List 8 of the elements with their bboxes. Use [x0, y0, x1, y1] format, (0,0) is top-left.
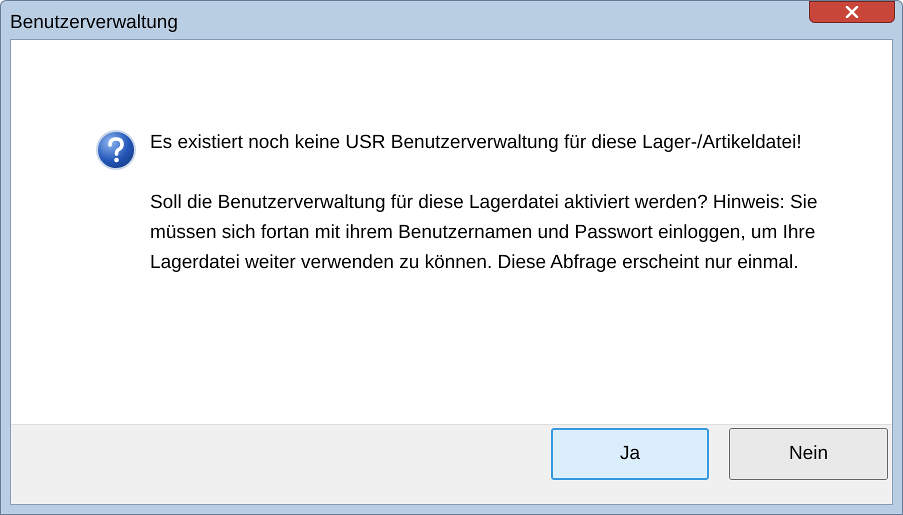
window-title: Benutzerverwaltung [10, 11, 178, 35]
close-button[interactable] [809, 1, 895, 23]
message-text: Soll die Benutzerverwaltung für diese Lagerdatei aktiviert werden? Hinweis: Sie müssen sich fortan mit ihrem Benutzernamen und Passwort einloggen, um Ihre Lagerdatei weiter verwenden zu können. Diese Abfrage erscheint nur einmal. [150, 191, 818, 275]
message-text: Es existiert noch keine USR Benutzerverwaltung für diese Lager-/Artikeldatei! [150, 131, 803, 155]
close-icon [845, 6, 859, 18]
question-icon [95, 129, 137, 171]
dialog-button[interactable]: Nein [729, 428, 888, 480]
dialog-button[interactable]: Ja [551, 428, 709, 480]
